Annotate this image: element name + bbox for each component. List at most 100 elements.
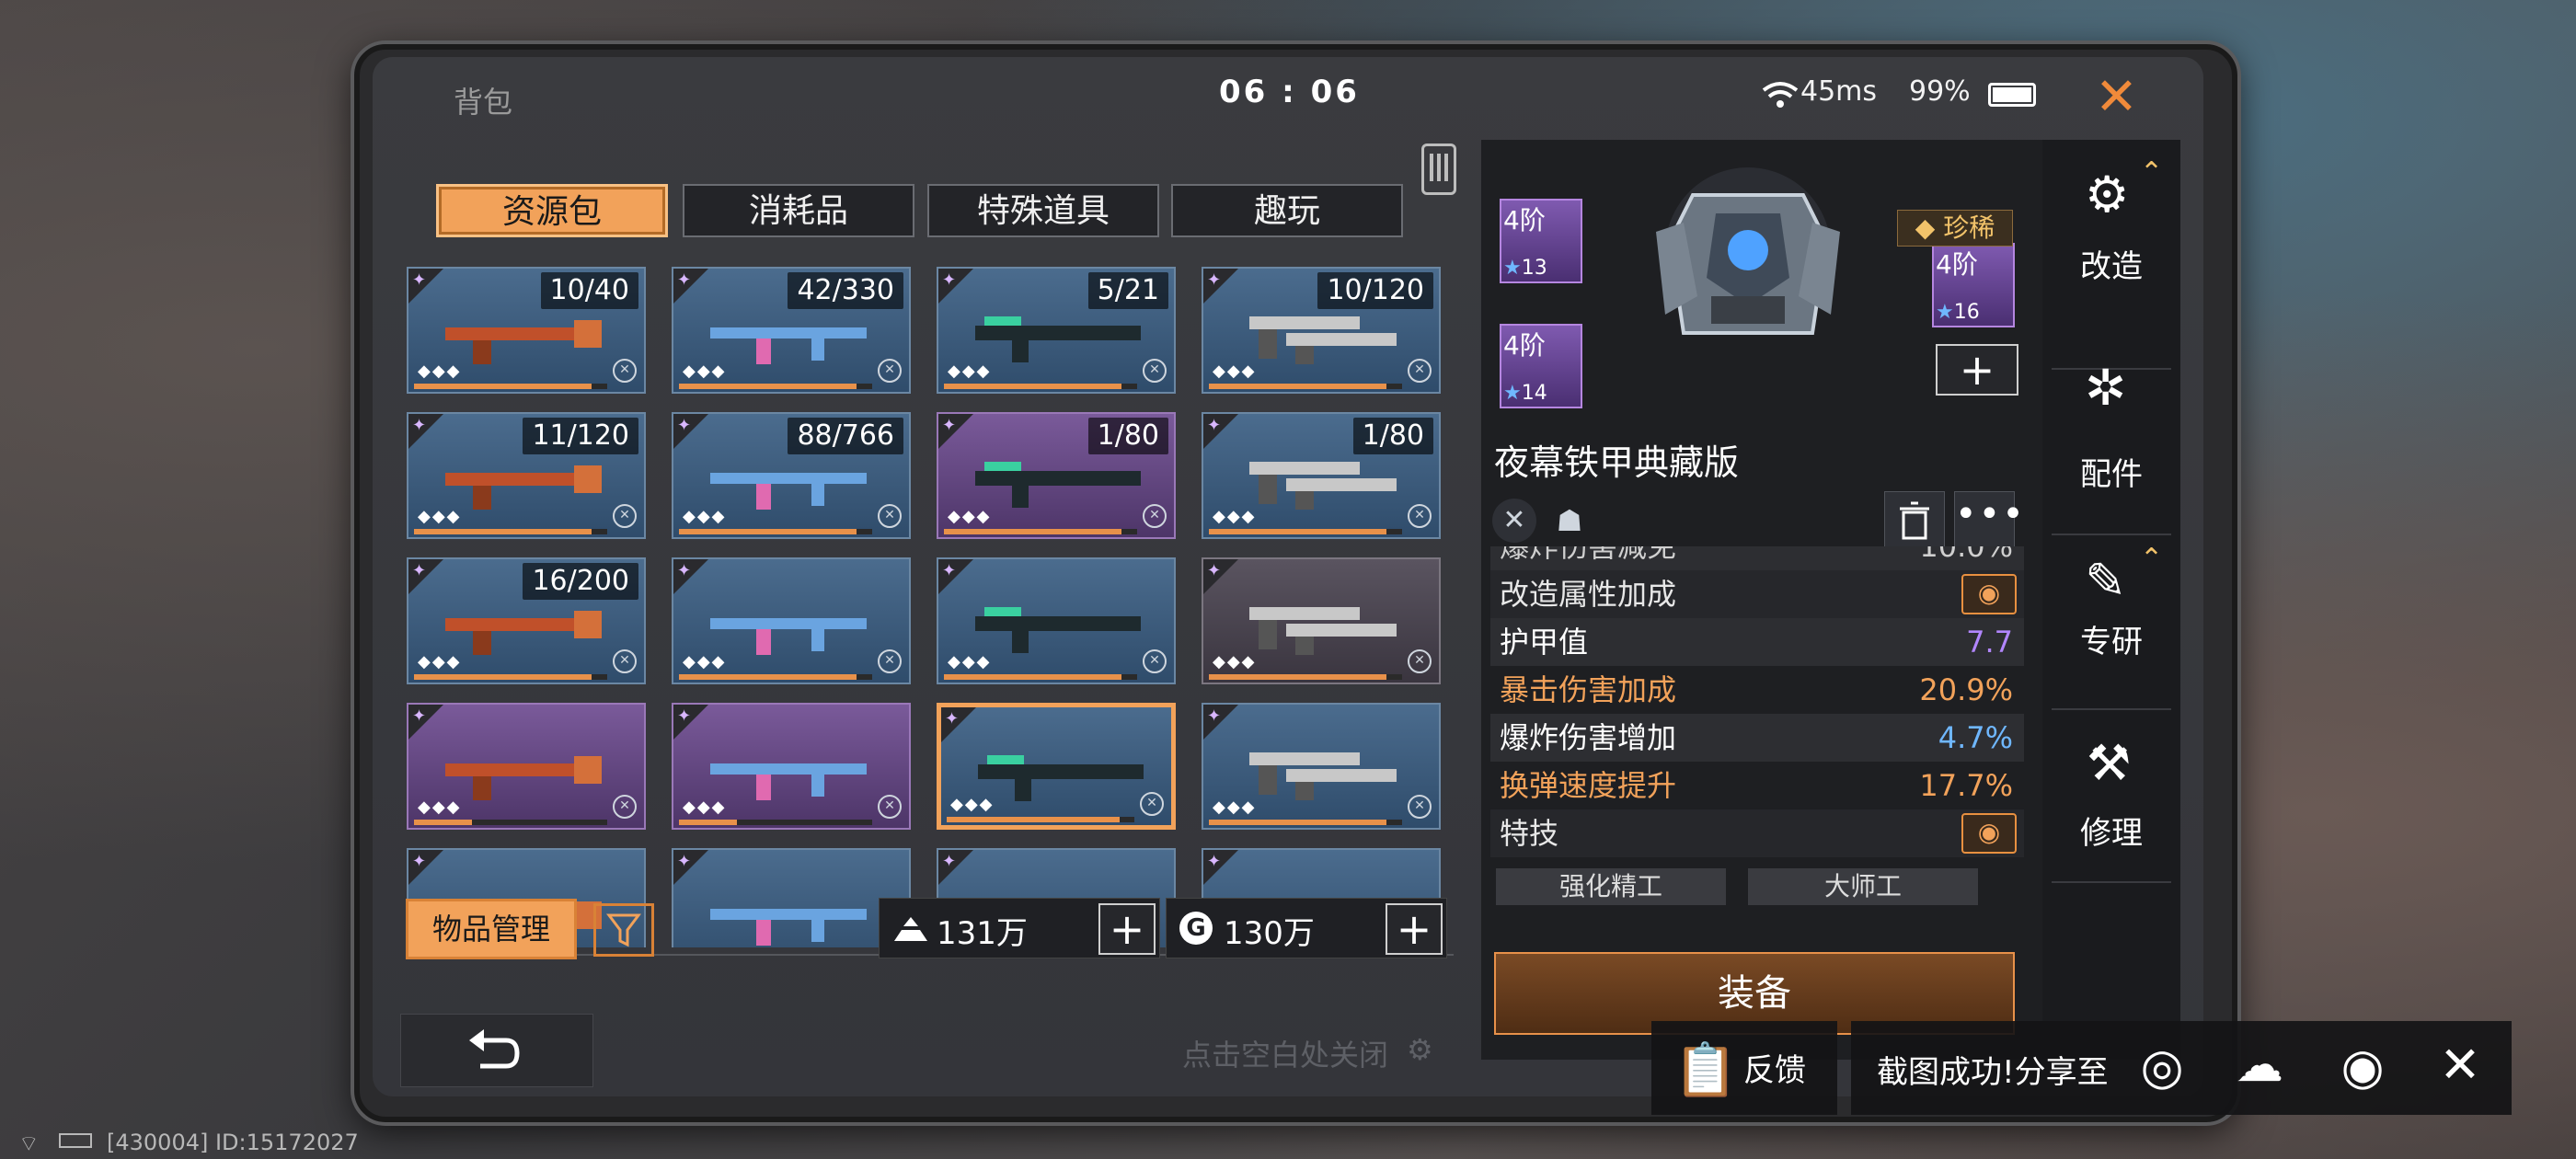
inventory-slot[interactable]: ✦ 42/330 ◆◆◆ ✕ <box>672 267 911 394</box>
rarity-icon: ✦ <box>942 561 957 580</box>
inventory-slot[interactable]: ✦ ◆◆◆ ✕ <box>937 557 1176 684</box>
weibo-icon[interactable]: ◎ <box>2129 1038 2195 1098</box>
tab-resource-pack[interactable]: 资源包 <box>436 184 668 237</box>
durability-bar <box>679 384 872 389</box>
side-item-repair[interactable]: ⚒ 修理 <box>2042 725 2180 881</box>
inventory-slot[interactable]: ✦ 10/40 ◆◆◆ ✕ <box>407 267 646 394</box>
inventory-slot[interactable]: ✦ ◆◆◆ ✕ <box>672 703 911 830</box>
armor-image <box>1628 158 1868 364</box>
filter-icon[interactable] <box>593 903 654 957</box>
tier-label: 4阶 <box>1503 330 1546 361</box>
inventory-slot[interactable]: ✦ 5/21 ◆◆◆ ✕ <box>937 267 1176 394</box>
side-item-modify[interactable]: ⚙ ⌃ 改造 <box>2042 156 2180 313</box>
modify-icon: ⚙ <box>2085 166 2130 224</box>
lock-icon: ✕ <box>1408 649 1432 673</box>
inventory-slot[interactable]: ✦ ◆◆◆ ✕ <box>1202 703 1441 830</box>
tab-special-items[interactable]: 特殊道具 <box>927 184 1159 237</box>
lock-icon: ✕ <box>878 649 902 673</box>
stat-label: 暴击伤害加成 <box>1500 672 1677 707</box>
skill-button[interactable]: 大师工 <box>1748 868 1978 905</box>
inventory-slot[interactable]: ✦ ◆◆◆ ✕ <box>1202 557 1441 684</box>
durability-bar <box>1209 674 1402 680</box>
lock-icon: ✕ <box>878 504 902 528</box>
lock-icon: ✕ <box>613 504 637 528</box>
lock-icon: ✕ <box>613 359 637 383</box>
inventory-slot[interactable]: ✦ ◆◆◆ ✕ <box>407 703 646 830</box>
stat-value: 4.7% <box>1938 720 2013 755</box>
lock-icon: ✕ <box>1408 359 1432 383</box>
inventory-slot[interactable]: ✦ ◆◆◆ ✕ <box>672 557 911 684</box>
inventory-slot[interactable]: ✦ 1/80 ◆◆◆ ✕ <box>937 412 1176 539</box>
quality-dots: ◆◆◆ <box>1213 507 1257 526</box>
skill-button[interactable]: 强化精工 <box>1496 868 1726 905</box>
rarity-icon: ✦ <box>1207 561 1222 580</box>
inventory-slot[interactable]: ✦ 11/120 ◆◆◆ ✕ <box>407 412 646 539</box>
lock-icon: ✕ <box>1143 359 1167 383</box>
inventory-slot[interactable]: ✦ ◆◆◆ ✕ <box>937 703 1176 830</box>
eye-icon[interactable]: ◉ <box>1961 813 2017 854</box>
close-icon[interactable]: ✕ <box>2095 72 2138 123</box>
clock: 06 : 06 <box>1219 74 1360 110</box>
quality-dots: ◆◆◆ <box>1213 798 1257 817</box>
side-item-research[interactable]: ✎ ⌃ 专研 <box>2042 543 2180 708</box>
rarity-icon: ✦ <box>945 709 960 729</box>
rarity-icon: ✦ <box>677 416 692 435</box>
rarity-icon: ✦ <box>1207 852 1222 871</box>
add-gold-button[interactable]: + <box>1098 903 1156 955</box>
wifi-icon: ⌔ <box>18 1130 40 1156</box>
rarity-icon: ✦ <box>412 852 427 871</box>
wechat-icon[interactable]: ☁ <box>2226 1038 2293 1098</box>
player-id: [430004] ID:15172027 <box>107 1130 359 1155</box>
inventory-slot[interactable]: ✦ <box>672 848 911 947</box>
tier-slot[interactable]: 4阶 ★16 <box>1932 243 2015 327</box>
rarity-icon: ✦ <box>1207 706 1222 726</box>
durability-bar <box>414 820 607 825</box>
inventory-slot[interactable]: ✦ 1/80 ◆◆◆ ✕ <box>1202 412 1441 539</box>
trash-icon[interactable] <box>1884 491 1945 550</box>
research-icon: ✎ <box>2085 552 2127 610</box>
quality-dots: ◆◆◆ <box>418 507 462 526</box>
lock-icon: ✕ <box>613 795 637 819</box>
quality-dots: ◆◆◆ <box>948 652 992 671</box>
lock-icon: ✕ <box>1140 792 1164 816</box>
item-count: 88/766 <box>788 418 903 454</box>
skill-buttons: 强化精工 大师工 <box>1490 857 2024 905</box>
lock-icon[interactable]: ✕ <box>1492 499 1536 543</box>
accessory-icon: ✲ <box>2085 359 2127 417</box>
rarity-icon: ✦ <box>942 416 957 435</box>
quality-dots: ◆◆◆ <box>1213 652 1257 671</box>
add-tier-button[interactable]: + <box>1936 344 2018 396</box>
durability-bar <box>1209 384 1402 389</box>
detail-panel: 4阶 ★13 4阶 ★14 4阶 ★16 ◆ 珍稀 + 夜幕铁甲典藏版 ✕ ☗ … <box>1481 140 2042 1060</box>
battery-icon <box>1988 83 2036 107</box>
inventory-slot[interactable]: ✦ 16/200 ◆◆◆ ✕ <box>407 557 646 684</box>
feedback-button[interactable]: 📋 反馈 <box>1651 1021 1837 1115</box>
tier-slot[interactable]: 4阶 ★14 <box>1500 324 1582 408</box>
back-button[interactable] <box>400 1014 593 1087</box>
more-icon[interactable]: ••• <box>1954 491 2024 550</box>
star-count: 14 <box>1521 382 1547 405</box>
eye-icon[interactable]: ◉ <box>1961 574 2017 614</box>
close-share-icon[interactable]: ✕ <box>2427 1036 2493 1096</box>
item-image <box>1231 732 1415 809</box>
rarity-icon: ✦ <box>942 852 957 871</box>
item-manage-button[interactable]: 物品管理 <box>406 899 577 959</box>
inventory-slot[interactable]: ✦ 10/120 ◆◆◆ ✕ <box>1202 267 1441 394</box>
add-coin-button[interactable]: + <box>1386 903 1443 955</box>
item-image <box>701 587 885 664</box>
close-hint[interactable]: 点击空白处关闭 <box>1182 1032 1388 1074</box>
storage-icon[interactable] <box>1421 143 1456 195</box>
gear-icon: ⚙ <box>1407 1032 1433 1067</box>
item-image <box>701 732 885 809</box>
inventory-slot[interactable]: ✦ 88/766 ◆◆◆ ✕ <box>672 412 911 539</box>
durability-bar <box>944 529 1137 534</box>
tab-consumables[interactable]: 消耗品 <box>683 184 914 237</box>
moments-icon[interactable]: ◉ <box>2329 1038 2396 1098</box>
side-item-accessory[interactable]: ✲ 配件 <box>2042 339 2180 495</box>
diamond-icon: ◆ <box>1915 212 1936 243</box>
item-image <box>436 732 620 809</box>
tab-fun[interactable]: 趣玩 <box>1171 184 1403 237</box>
tier-slot[interactable]: 4阶 ★13 <box>1500 199 1582 283</box>
undo-icon <box>466 1026 523 1077</box>
armor-icon[interactable]: ☗ <box>1547 499 1592 543</box>
